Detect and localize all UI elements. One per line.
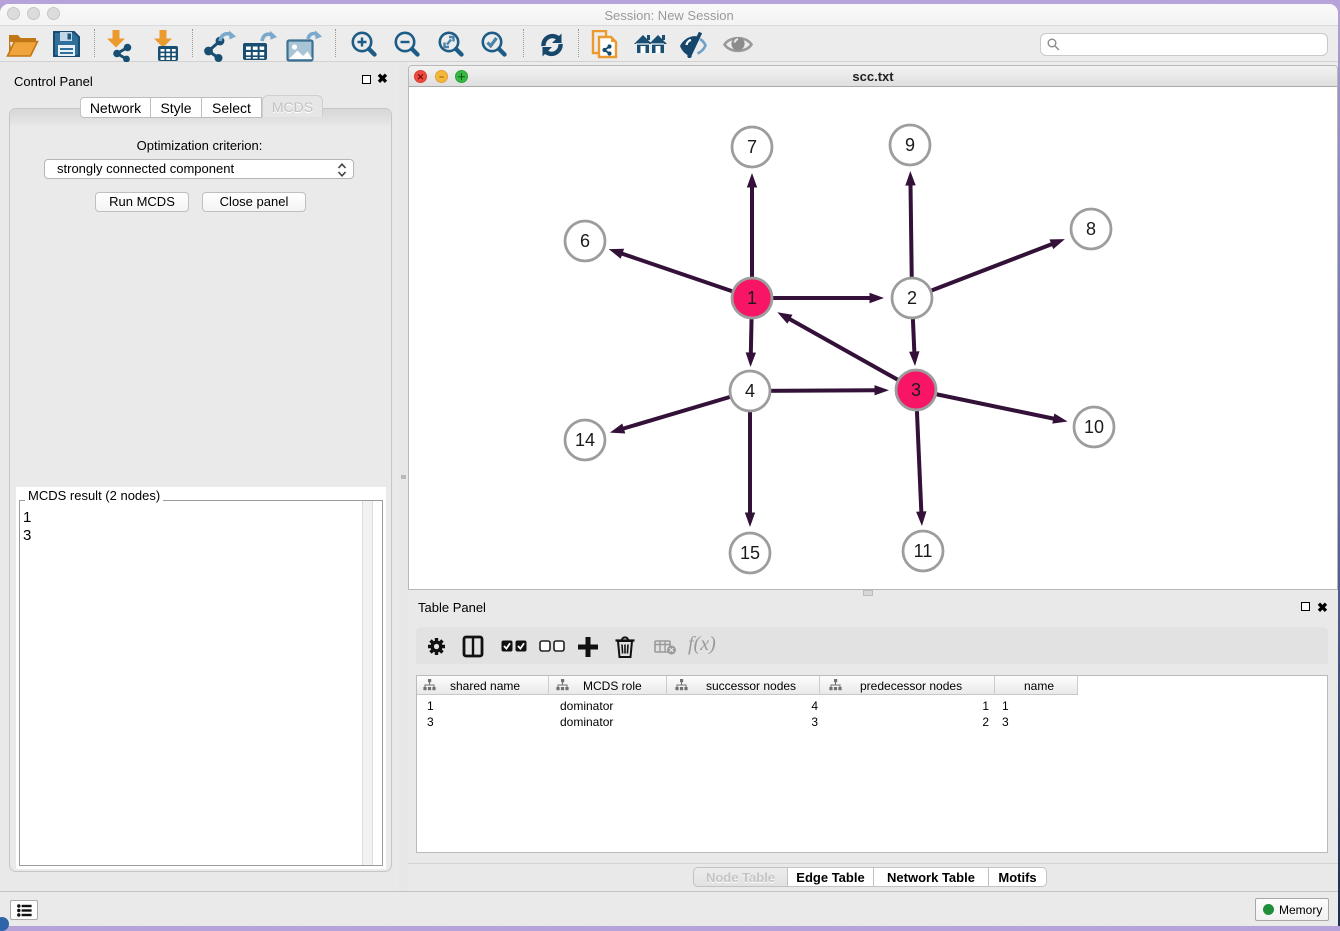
svg-text:7: 7	[747, 137, 757, 157]
svg-text:11: 11	[914, 541, 933, 561]
svg-text:1: 1	[747, 288, 757, 308]
svg-text:10: 10	[1084, 417, 1104, 437]
svg-text:6: 6	[580, 231, 590, 251]
svg-text:9: 9	[905, 135, 915, 155]
svg-text:14: 14	[575, 430, 595, 450]
svg-text:3: 3	[911, 380, 921, 400]
svg-text:8: 8	[1086, 219, 1096, 239]
svg-text:2: 2	[907, 288, 917, 308]
svg-text:15: 15	[740, 543, 760, 563]
svg-text:4: 4	[745, 381, 755, 401]
